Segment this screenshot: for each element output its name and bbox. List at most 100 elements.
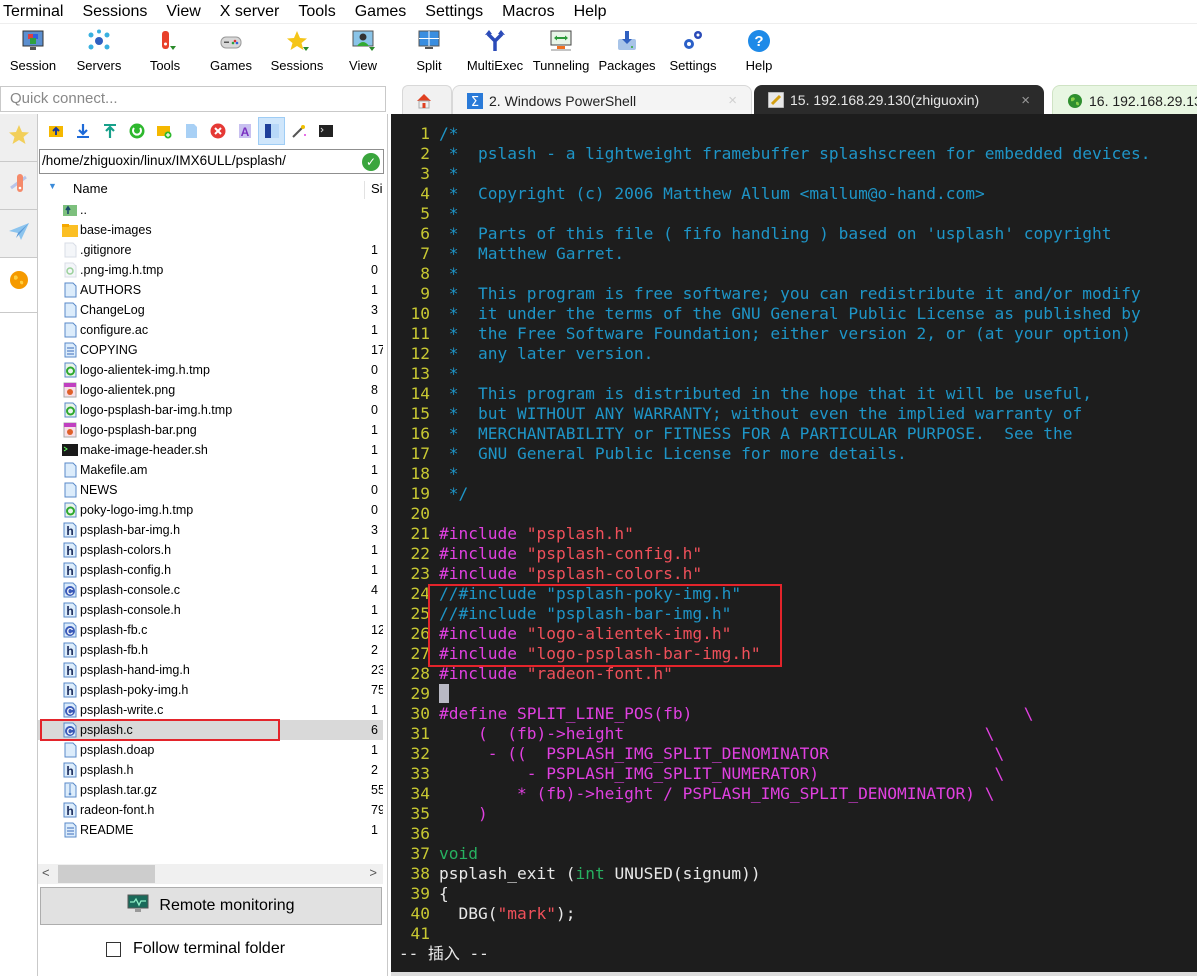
toolbar-settings-button[interactable]: Settings [660,24,726,82]
open-terminal-button[interactable] [312,117,339,145]
toolbar-tunneling-button[interactable]: Tunneling [528,24,594,82]
code-line: 14 * This program is distributed in the … [391,384,1092,404]
menu-tools[interactable]: Tools [298,3,335,21]
file-row[interactable]: logo-psplash-bar-img.h.tmp 0 [38,400,383,420]
toolbar-split-button[interactable]: Split [396,24,462,82]
file-name: psplash.c [80,723,133,737]
toolbar-view-button[interactable]: View [330,24,396,82]
menu-terminal[interactable]: Terminal [3,3,63,21]
file-row[interactable]: configure.ac 1 [38,320,383,340]
follow-terminal-folder[interactable]: Follow terminal folder [106,940,285,958]
file-row[interactable]: h psplash-fb.h 2 [38,640,383,660]
close-icon[interactable]: × [1021,92,1030,109]
file-row[interactable]: psplash.tar.gz 55 [38,780,383,800]
file-row[interactable]: h psplash-bar-img.h 3 [38,520,383,540]
file-row[interactable]: Cpsplash-fb.c 12 [38,620,383,640]
horizontal-scrollbar[interactable]: < > [38,864,383,884]
sort-arrow-icon[interactable]: ▼ [48,181,57,191]
tab-windows-powershell[interactable]: Σ 2. Windows PowerShell × [452,85,752,115]
file-size: 23 [371,663,383,677]
file-row[interactable]: h psplash-colors.h 1 [38,540,383,560]
menu-view[interactable]: View [166,3,200,21]
magic-wand-button[interactable] [285,117,312,145]
toolbar-tools-button[interactable]: Tools [132,24,198,82]
file-row[interactable]: Makefile.am 1 [38,460,383,480]
download-button[interactable] [69,117,96,145]
refresh-button[interactable] [123,117,150,145]
sessions-side-button[interactable] [0,114,37,162]
line-number: 33 [410,764,431,783]
help-icon: ? [746,28,772,54]
file-row[interactable]: poky-logo-img.h.tmp 0 [38,500,383,520]
new-folder-button[interactable] [150,117,177,145]
toolbar-packages-button[interactable]: Packages [594,24,660,82]
toolbar-settings-label: Settings [669,58,717,73]
parent-folder-button[interactable] [42,117,69,145]
file-row[interactable]: .gitignore 1 [38,240,383,260]
file-row[interactable]: .. [38,200,383,220]
line-number: 22 [410,544,431,563]
tab-powershell-label: 2. Windows PowerShell [489,92,637,109]
toolbar-help-button[interactable]: ? Help [726,24,792,82]
file-row[interactable]: AUTHORS 1 [38,280,383,300]
checkmark-icon[interactable]: ✓ [362,153,380,171]
code-token: #include [439,664,527,683]
file-row[interactable]: ChangeLog 3 [38,300,383,320]
file-row[interactable]: h psplash-hand-img.h 23 [38,660,383,680]
menu-settings[interactable]: Settings [425,3,483,21]
tab-ssh-zhiguoxin[interactable]: 15. 192.168.29.130(zhiguoxin) × [754,85,1044,115]
toolbar-session-button[interactable]: Session [0,24,66,82]
tab-ssh-16[interactable]: 16. 192.168.29.130 [1052,85,1197,115]
file-row[interactable]: h psplash-poky-img.h 75 [38,680,383,700]
file-name: .png-img.h.tmp [80,263,164,277]
file-row[interactable]: Cpsplash-write.c 1 [38,700,383,720]
file-row[interactable]: base-images [38,220,383,240]
toggle-panel-button[interactable] [258,117,285,145]
file-row[interactable]: logo-alientek-img.h.tmp 0 [38,360,383,380]
file-row[interactable]: README 1 [38,820,383,840]
file-row[interactable]: h psplash.h 2 [38,760,383,780]
svg-text:C: C [67,727,74,737]
menu-help[interactable]: Help [574,3,607,21]
close-icon[interactable]: × [728,92,737,109]
file-row[interactable]: Cpsplash.c 6 [38,719,383,741]
file-row[interactable]: Cpsplash-console.c 4 [38,580,383,600]
menu-sessions[interactable]: Sessions [82,3,147,21]
tab-home[interactable] [402,85,452,115]
file-row[interactable]: .png-img.h.tmp 0 [38,260,383,280]
rename-button[interactable]: A [231,117,258,145]
file-row[interactable]: h psplash-config.h 1 [38,560,383,580]
file-row[interactable]: logo-alientek.png 8 [38,380,383,400]
send-side-button[interactable] [0,210,37,258]
sftp-side-button[interactable] [0,258,37,306]
follow-terminal-folder-checkbox[interactable] [106,941,121,957]
file-row[interactable]: NEWS 0 [38,480,383,500]
code-line: 24 //#include "psplash-poky-img.h" [391,584,742,604]
column-name[interactable]: Name [73,181,108,196]
file-row[interactable]: h radeon-font.h 79 [38,800,383,820]
file-row[interactable]: logo-psplash-bar.png 1 [38,420,383,440]
remote-monitoring-button[interactable]: Remote monitoring [40,887,382,925]
column-size[interactable]: Si [364,181,383,199]
quick-connect-input[interactable]: Quick connect... [0,86,386,112]
tools-side-button[interactable] [0,162,37,210]
scroll-right-icon[interactable]: > [369,865,377,880]
file-row[interactable]: psplash.doap 1 [38,740,383,760]
sftp-path-input[interactable]: /home/zhiguoxin/linux/IMX6ULL/psplash/ ✓ [39,149,384,174]
file-row[interactable]: make-image-header.sh 1 [38,440,383,460]
new-file-button[interactable] [177,117,204,145]
scroll-left-icon[interactable]: < [42,865,50,880]
toolbar-servers-button[interactable]: Servers [66,24,132,82]
menu-macros[interactable]: Macros [502,3,554,21]
delete-button[interactable] [204,117,231,145]
toolbar-multiexec-button[interactable]: MultiExec [462,24,528,82]
file-row[interactable]: h psplash-console.h 1 [38,600,383,620]
toolbar-sessions-button[interactable]: Sessions [264,24,330,82]
toolbar-games-button[interactable]: Games [198,24,264,82]
file-row[interactable]: COPYING 17 [38,340,383,360]
menu-x-server[interactable]: X server [220,3,280,21]
upload-button[interactable] [96,117,123,145]
terminal-view[interactable]: 1/* 2 * pslash - a lightweight framebuffe… [391,114,1197,976]
menu-games[interactable]: Games [355,3,407,21]
scrollbar-thumb[interactable] [58,865,155,883]
